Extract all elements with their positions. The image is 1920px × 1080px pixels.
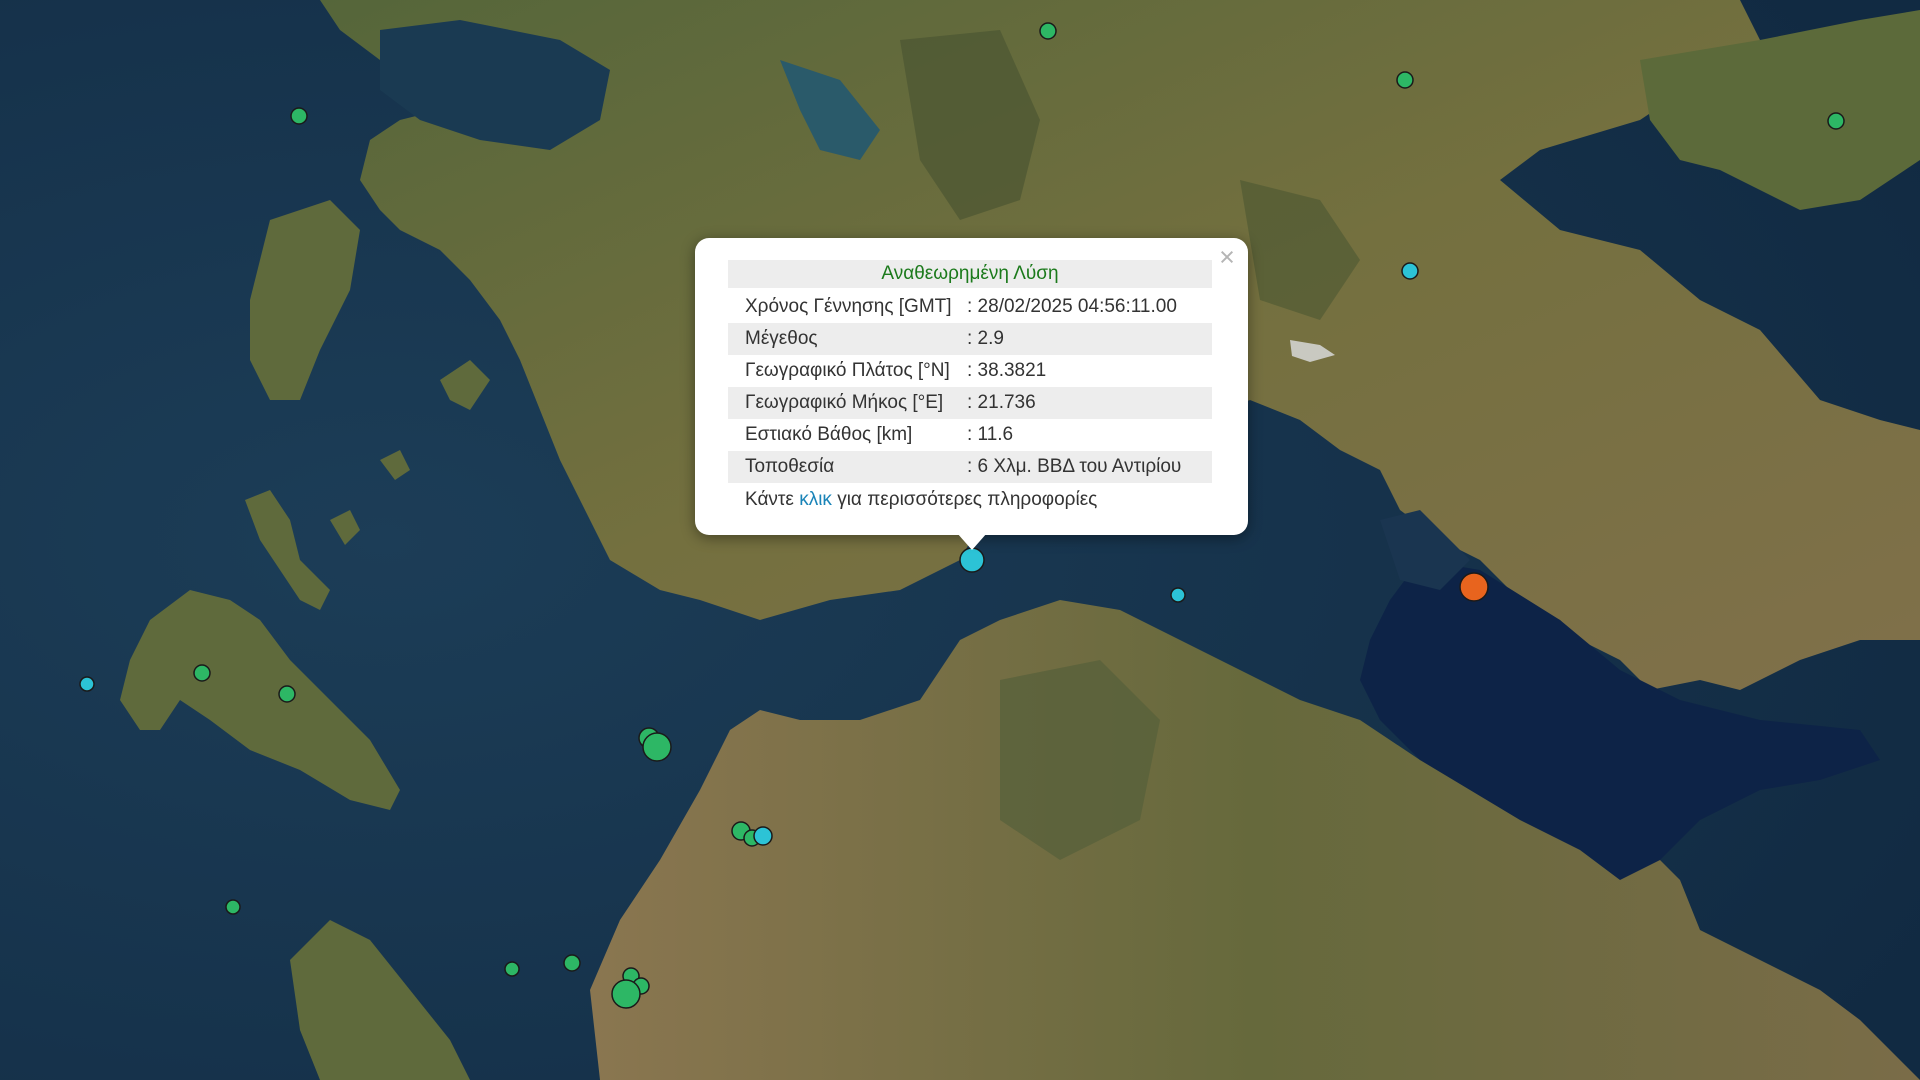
info-value: : 6 Χλμ. ΒΒΔ του Αντιρίου bbox=[967, 451, 1212, 483]
info-value: : 11.6 bbox=[967, 424, 1014, 445]
close-icon[interactable]: × bbox=[1214, 242, 1240, 272]
earthquake-popup: × Αναθεωρημένη Λύση Χρόνος Γέννησης [GMT… bbox=[695, 238, 1248, 535]
earthquake-marker[interactable] bbox=[278, 685, 296, 703]
earthquake-marker[interactable] bbox=[1170, 587, 1186, 603]
popup-title: Αναθεωρημένη Λύση bbox=[728, 260, 1212, 288]
earthquake-marker[interactable] bbox=[959, 547, 985, 573]
info-value: : 21.736 bbox=[967, 387, 1212, 419]
earthquake-marker[interactable] bbox=[225, 899, 241, 915]
info-row: Εστιακό Βάθος [km] : 11.6 bbox=[728, 419, 1212, 451]
earthquake-marker[interactable] bbox=[563, 954, 581, 972]
info-label: Μέγεθος bbox=[728, 323, 967, 355]
earthquake-marker[interactable] bbox=[193, 664, 211, 682]
info-value: : 2.9 bbox=[967, 323, 1212, 355]
more-info-link[interactable]: κλικ bbox=[799, 489, 832, 510]
earthquake-info-table: Χρόνος Γέννησης [GMT] : 28/02/2025 04:56:… bbox=[728, 291, 1212, 483]
earthquake-marker[interactable] bbox=[1396, 71, 1414, 89]
info-row: Μέγεθος: 2.9 bbox=[728, 323, 1212, 355]
more-info-prefix: Κάντε bbox=[745, 489, 794, 510]
info-label: Γεωγραφικό Πλάτος [°N] bbox=[745, 360, 950, 381]
earthquake-marker[interactable] bbox=[642, 732, 672, 762]
info-label: Χρόνος Γέννησης [GMT] bbox=[745, 296, 952, 317]
earthquake-marker[interactable] bbox=[290, 107, 308, 125]
info-value: : 28/02/2025 04:56:11.00 bbox=[967, 296, 1177, 317]
popup-tip bbox=[957, 533, 987, 550]
earthquake-marker[interactable] bbox=[79, 676, 95, 692]
earthquake-marker[interactable] bbox=[1039, 22, 1057, 40]
earthquake-marker[interactable] bbox=[1459, 572, 1489, 602]
info-row: Χρόνος Γέννησης [GMT] : 28/02/2025 04:56:… bbox=[728, 291, 1212, 323]
more-info-suffix: για περισσότερες πληροφορίες bbox=[837, 489, 1098, 510]
earthquake-marker[interactable] bbox=[1827, 112, 1845, 130]
info-row: Τοποθεσία: 6 Χλμ. ΒΒΔ του Αντιρίου bbox=[728, 451, 1212, 483]
info-row: Γεωγραφικό Μήκος [°E]: 21.736 bbox=[728, 387, 1212, 419]
earthquake-marker[interactable] bbox=[504, 961, 520, 977]
info-row: Γεωγραφικό Πλάτος [°N] : 38.3821 bbox=[728, 355, 1212, 387]
info-label: Τοποθεσία bbox=[728, 451, 967, 483]
more-info-line: Κάντε κλικ για περισσότερες πληροφορίες bbox=[728, 486, 1212, 514]
earthquake-marker[interactable] bbox=[1401, 262, 1419, 280]
info-value: : 38.3821 bbox=[967, 360, 1047, 381]
earthquake-marker[interactable] bbox=[611, 979, 641, 1009]
info-label: Γεωγραφικό Μήκος [°E] bbox=[728, 387, 967, 419]
earthquake-marker[interactable] bbox=[753, 826, 773, 846]
info-label: Εστιακό Βάθος [km] bbox=[745, 424, 913, 445]
